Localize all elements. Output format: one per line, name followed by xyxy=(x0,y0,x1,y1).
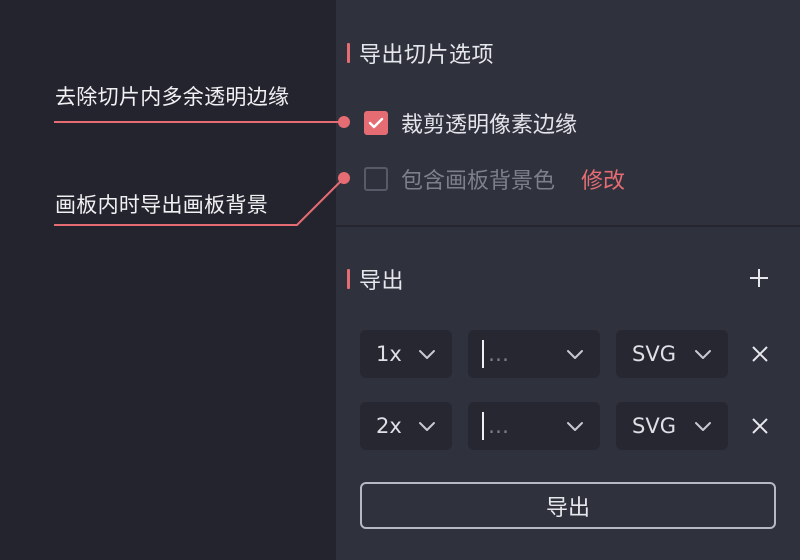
close-icon xyxy=(752,346,768,362)
chevron-down-icon xyxy=(419,350,435,359)
suffix-input-1[interactable]: … xyxy=(468,330,600,378)
text-cursor xyxy=(482,340,484,368)
export-button[interactable]: 导出 xyxy=(360,482,776,529)
scale-value-1: 1x xyxy=(376,342,402,366)
include-artboard-bg-option[interactable]: 包含画板背景色 修改 xyxy=(364,163,625,195)
suffix-placeholder-2: … xyxy=(488,414,510,438)
scale-value-2: 2x xyxy=(376,414,402,438)
close-icon xyxy=(752,418,768,434)
title-accent-bar xyxy=(347,43,350,63)
export-title: 导出 xyxy=(347,263,404,295)
remove-export-button-2[interactable] xyxy=(745,411,775,441)
add-export-button[interactable] xyxy=(744,263,774,293)
section-divider xyxy=(336,225,800,227)
trim-transparent-checkbox[interactable] xyxy=(364,111,388,135)
chevron-down-icon xyxy=(567,422,583,431)
scale-select-1[interactable]: 1x xyxy=(360,330,452,378)
edit-background-link[interactable]: 修改 xyxy=(581,163,625,195)
export-title-text: 导出 xyxy=(359,269,405,294)
include-artboard-bg-checkbox[interactable] xyxy=(364,167,388,191)
chevron-down-icon xyxy=(567,350,583,359)
chevron-down-icon xyxy=(695,422,711,431)
format-value-2: SVG xyxy=(632,414,676,438)
trim-transparent-label: 裁剪透明像素边缘 xyxy=(401,113,578,138)
remove-export-button-1[interactable] xyxy=(745,339,775,369)
chevron-down-icon xyxy=(419,422,435,431)
suffix-placeholder-1: … xyxy=(488,342,510,366)
suffix-input-2[interactable]: … xyxy=(468,402,600,450)
slice-options-title: 导出切片选项 xyxy=(347,37,494,69)
format-value-1: SVG xyxy=(632,342,676,366)
title-accent-bar xyxy=(347,269,350,289)
artboard-annotation: 画板内时导出画板背景 xyxy=(55,193,268,217)
chevron-down-icon xyxy=(695,350,711,359)
format-select-2[interactable]: SVG xyxy=(616,402,728,450)
trim-annotation: 去除切片内多余透明边缘 xyxy=(55,85,290,109)
text-cursor xyxy=(482,412,484,440)
slice-options-title-text: 导出切片选项 xyxy=(359,43,495,68)
export-panel xyxy=(336,0,800,560)
format-select-1[interactable]: SVG xyxy=(616,330,728,378)
checkmark-icon xyxy=(368,117,384,129)
plus-icon xyxy=(750,269,768,287)
include-artboard-bg-label: 包含画板背景色 xyxy=(401,169,556,194)
scale-select-2[interactable]: 2x xyxy=(360,402,452,450)
trim-transparent-option[interactable]: 裁剪透明像素边缘 xyxy=(364,107,577,139)
